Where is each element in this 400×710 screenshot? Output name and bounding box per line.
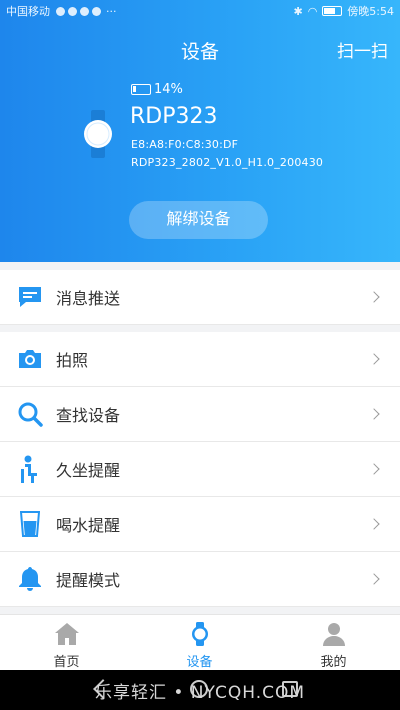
device-battery: 14%	[131, 82, 183, 97]
water-cup-icon	[16, 510, 44, 538]
tab-home[interactable]: 首页	[0, 615, 133, 671]
chevron-right-icon	[368, 573, 380, 585]
battery-status-icon	[322, 6, 343, 16]
bottom-tab-bar: 首页 设备 我的	[0, 614, 400, 670]
device-name: RDP323	[130, 104, 218, 129]
device-info: 14% RDP323 E8:A8:F0:C8:30:DF RDP323_2802…	[0, 78, 400, 178]
chevron-right-icon	[368, 518, 380, 530]
camera-icon	[16, 345, 44, 373]
menu-label-push: 消息推送	[56, 289, 121, 308]
wifi-icon: ◠	[307, 4, 318, 18]
watermark: 乐享轻汇 • NYCQH.COM	[94, 683, 306, 703]
watch-tab-icon	[191, 622, 208, 646]
battery-icon	[131, 84, 151, 95]
menu-item-push[interactable]: 消息推送	[0, 270, 400, 325]
unbind-device-button[interactable]: 解绑设备	[129, 201, 268, 239]
menu-item-reminder-mode[interactable]: 提醒模式	[0, 552, 400, 607]
carrier-label: 中国移动	[6, 5, 50, 18]
bluetooth-icon: ✱	[293, 4, 303, 18]
battery-percent: 14%	[154, 82, 183, 97]
user-icon	[322, 623, 345, 646]
sitting-person-icon	[16, 455, 44, 483]
menu-label-sedentary: 久坐提醒	[56, 461, 121, 480]
menu-label-find: 查找设备	[56, 406, 121, 425]
status-right: ✱ ◠ 傍晚5:54	[293, 3, 394, 19]
tab-label-mine: 我的	[320, 655, 347, 670]
tab-mine[interactable]: 我的	[267, 615, 400, 671]
menu-label-water: 喝水提醒	[56, 516, 121, 535]
chevron-right-icon	[368, 463, 380, 475]
status-bar: 中国移动 ··· ✱ ◠ 傍晚5:54	[0, 0, 400, 22]
search-icon	[16, 400, 44, 428]
menu-item-find[interactable]: 查找设备	[0, 387, 400, 442]
device-header: 中国移动 ··· ✱ ◠ 傍晚5:54 设备 扫一扫 14% RDP323 E8…	[0, 0, 400, 262]
menu-item-sedentary[interactable]: 久坐提醒	[0, 442, 400, 497]
tab-device[interactable]: 设备	[133, 615, 266, 671]
top-bar: 设备 扫一扫	[0, 36, 400, 68]
device-firmware: RDP323_2802_V1.0_H1.0_200430	[131, 156, 324, 169]
clock-label: 傍晚5:54	[347, 5, 394, 18]
tab-label-device: 设备	[186, 655, 213, 670]
message-icon	[16, 283, 44, 311]
chevron-right-icon	[368, 408, 380, 420]
tab-label-home: 首页	[53, 655, 80, 670]
bell-icon	[16, 565, 44, 593]
menu-label-photo: 拍照	[56, 351, 89, 370]
system-nav-bar: 乐享轻汇 • NYCQH.COM	[0, 670, 400, 710]
chevron-right-icon	[368, 291, 380, 303]
watch-icon	[84, 110, 112, 158]
menu-item-photo[interactable]: 拍照	[0, 332, 400, 387]
notification-icons: ···	[56, 5, 117, 18]
menu-label-reminder-mode: 提醒模式	[56, 571, 121, 590]
menu-item-water[interactable]: 喝水提醒	[0, 497, 400, 552]
home-icon	[54, 623, 79, 645]
scan-button[interactable]: 扫一扫	[337, 36, 388, 68]
chevron-right-icon	[368, 353, 380, 365]
device-mac: E8:A8:F0:C8:30:DF	[131, 138, 239, 151]
